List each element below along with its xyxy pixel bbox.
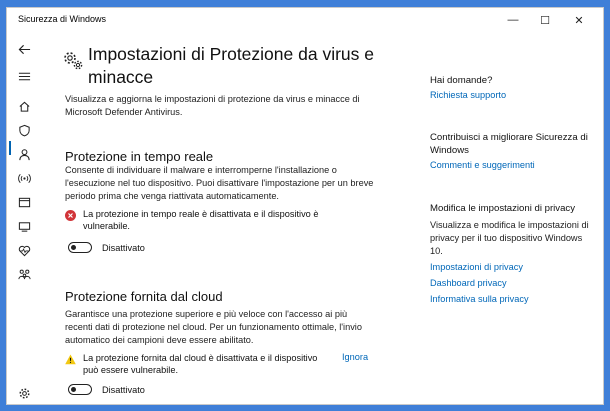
shield-icon	[18, 124, 30, 136]
cloud-toggle[interactable]	[68, 384, 92, 395]
title-bar: Sicurezza di Windows — ☐ ✕	[7, 8, 603, 32]
close-button[interactable]: ✕	[565, 8, 593, 32]
privacy-statement-link[interactable]: Informativa sulla privacy	[430, 294, 529, 304]
back-arrow-icon	[18, 44, 30, 54]
sidebar	[7, 32, 40, 405]
realtime-toggle-label: Disattivato	[102, 243, 145, 253]
back-button[interactable]	[15, 40, 33, 58]
menu-button[interactable]	[15, 67, 33, 85]
privacy-description: Visualizza e modifica le impostazioni di…	[430, 220, 589, 256]
dismiss-link[interactable]: Ignora	[342, 352, 368, 362]
questions-heading: Hai domande?	[430, 75, 493, 86]
sidebar-item-device-security[interactable]	[15, 217, 33, 235]
hamburger-menu-icon	[18, 72, 30, 80]
window-title: Sicurezza di Windows	[18, 14, 107, 24]
toggle-knob	[71, 244, 76, 250]
page-title: Impostazioni di Protezione da virus e mi…	[88, 44, 374, 87]
sidebar-item-account[interactable]	[15, 145, 33, 163]
sidebar-item-app-browser[interactable]	[15, 193, 33, 211]
realtime-heading: Protezione in tempo reale	[65, 149, 214, 164]
realtime-warning-text: La protezione in tempo reale è disattiva…	[83, 209, 319, 231]
account-icon	[18, 148, 30, 160]
cloud-heading: Protezione fornita dal cloud	[65, 289, 223, 304]
realtime-description: Consente di individuare il malware e int…	[65, 165, 374, 201]
maximize-button[interactable]: ☐	[531, 8, 559, 32]
page-description: Visualizza e aggiorna le impostazioni di…	[65, 94, 360, 117]
sidebar-item-family[interactable]	[15, 265, 33, 283]
warning-icon	[65, 354, 76, 365]
cloud-description: Garantisce una protezione superiore e pi…	[65, 309, 362, 345]
improve-heading: Contribuisci a migliorare Sicurezza di W…	[430, 132, 588, 156]
health-heart-icon	[18, 245, 30, 256]
network-icon	[17, 173, 31, 183]
minimize-button[interactable]: —	[499, 8, 527, 32]
settings-gears-icon	[64, 52, 83, 70]
cloud-warning: La protezione fornita dal cloud è disatt…	[65, 352, 375, 378]
privacy-heading: Modifica le impostazioni di privacy	[430, 203, 576, 214]
family-icon	[17, 269, 31, 279]
support-link[interactable]: Richiesta supporto	[430, 90, 506, 100]
sidebar-item-virus-protection[interactable]	[15, 121, 33, 139]
realtime-toggle[interactable]	[68, 242, 92, 253]
privacy-settings-link[interactable]: Impostazioni di privacy	[430, 262, 523, 272]
gear-icon	[18, 387, 30, 399]
error-icon	[65, 210, 76, 221]
privacy-dashboard-link[interactable]: Dashboard privacy	[430, 278, 507, 288]
sidebar-item-network[interactable]	[15, 169, 33, 187]
home-icon	[19, 101, 29, 112]
main-content: Impostazioni di Protezione da virus e mi…	[40, 32, 400, 405]
sidebar-item-settings[interactable]	[15, 384, 33, 402]
cloud-toggle-label: Disattivato	[102, 385, 145, 395]
app-browser-icon	[18, 197, 30, 207]
app-window: Sicurezza di Windows — ☐ ✕ Impostazioni …	[6, 7, 604, 405]
sidebar-item-home[interactable]	[15, 97, 33, 115]
sidebar-item-device-health[interactable]	[15, 241, 33, 259]
active-indicator	[9, 141, 11, 155]
feedback-link[interactable]: Commenti e suggerimenti	[430, 160, 535, 170]
toggle-knob	[71, 386, 76, 392]
cloud-warning-text: La protezione fornita dal cloud è disatt…	[83, 353, 318, 375]
realtime-warning: La protezione in tempo reale è disattiva…	[65, 208, 355, 234]
device-security-icon	[18, 221, 30, 232]
